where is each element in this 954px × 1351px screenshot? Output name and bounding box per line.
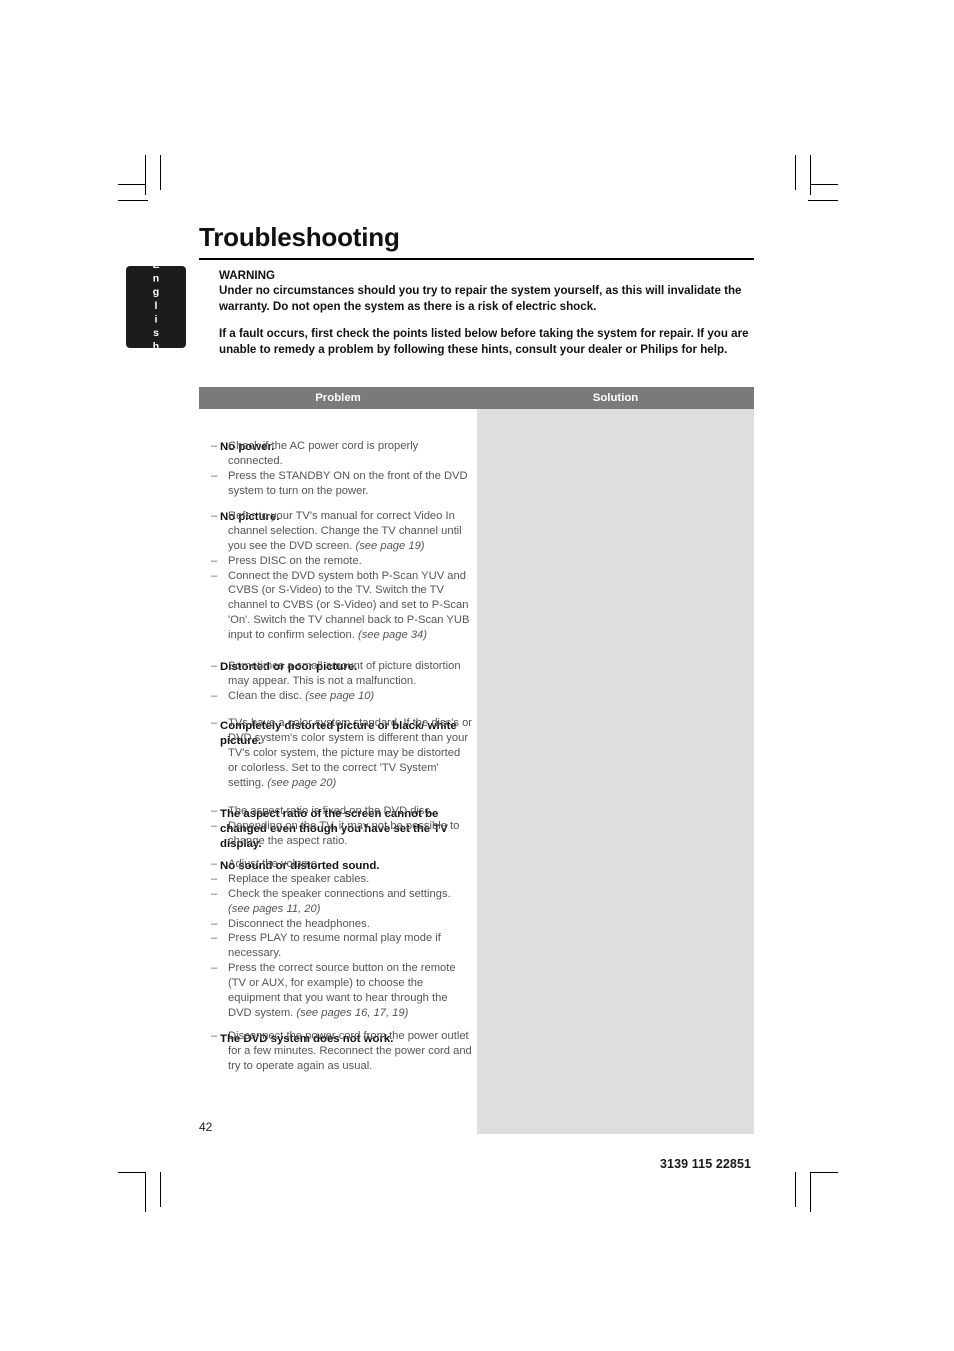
bullet-dash-icon: – bbox=[211, 805, 218, 817]
solution-column bbox=[477, 409, 754, 1134]
troubleshooting-table: Problem Solution No power. – Check if the … bbox=[199, 387, 754, 1134]
crop-mark-top-right bbox=[795, 155, 796, 190]
bullet-dash-icon: – bbox=[211, 717, 218, 729]
bullet-dash-icon: – bbox=[211, 689, 218, 702]
crop-mark-bottom-left bbox=[145, 1172, 146, 1212]
crop-mark-bottom-right bbox=[795, 1172, 796, 1207]
bullet-dash-icon: – bbox=[211, 440, 218, 452]
solution-text: Clean the disc. (see page 10) bbox=[228, 689, 375, 702]
crop-mark-top-right bbox=[808, 200, 838, 201]
page-title: Troubleshooting bbox=[199, 222, 400, 252]
solution-bullet: – Disconnect the power cord from the powe… bbox=[211, 1029, 473, 1074]
crop-mark-top-left bbox=[118, 200, 148, 201]
crop-mark-top-right bbox=[810, 184, 838, 185]
solution-cell: – The aspect ratio is fixed on the DVD di… bbox=[211, 804, 473, 849]
crop-mark-top-left bbox=[145, 155, 146, 195]
solution-bullet: – Refer to your TV's manual for correct V… bbox=[211, 509, 473, 554]
table-body: No power. – Check if the AC power cord is … bbox=[199, 409, 754, 1134]
bullet-dash-icon: – bbox=[211, 858, 218, 870]
crop-mark-top-right bbox=[810, 155, 811, 195]
solution-bullet: – Sometimes a small amount of picture dis… bbox=[211, 659, 473, 689]
solution-bullet: – Press the STANDBY ON on the front of th… bbox=[211, 469, 473, 499]
bullet-dash-icon: – bbox=[211, 510, 218, 522]
solution-text: Press the correct source button on the r… bbox=[228, 962, 456, 1019]
solution-text: Check if the AC power cord is properly c… bbox=[228, 440, 419, 467]
solution-bullet: – Clean the disc. (see page 10) bbox=[211, 689, 473, 704]
solution-bullet: – TVs have a color system standard. If th… bbox=[211, 716, 473, 790]
solution-cell: – Refer to your TV's manual for correct V… bbox=[211, 509, 473, 643]
column-header-solution: Solution bbox=[592, 392, 639, 404]
crop-mark-top-left bbox=[160, 155, 161, 190]
language-tab: English bbox=[126, 259, 186, 355]
solution-text: Press DISC on the remote. bbox=[228, 554, 362, 567]
solution-bullet: – Disconnect the headphones. bbox=[211, 917, 473, 932]
language-tab-label: English bbox=[150, 259, 162, 355]
solution-text: Press PLAY to resume normal play mode if… bbox=[228, 932, 441, 960]
solution-text: Depending on the TV, it may not be possi… bbox=[228, 819, 460, 847]
document-code: 3139 115 22851 bbox=[660, 1157, 752, 1171]
bullet-dash-icon: – bbox=[211, 554, 218, 567]
solution-cell: – Disconnect the power cord from the powe… bbox=[211, 1029, 473, 1074]
warning-paragraph-2: If a fault occurs, first check the point… bbox=[219, 327, 749, 356]
solution-text: Adjust the volume. bbox=[228, 858, 321, 870]
crop-mark-top-left bbox=[118, 184, 146, 185]
solution-text: Replace the speaker cables. bbox=[228, 872, 370, 885]
solution-bullet: – Press the correct source button on the … bbox=[211, 961, 473, 1021]
solution-text: Connect the DVD system both P-Scan YUV a… bbox=[228, 569, 470, 642]
bullet-dash-icon: – bbox=[211, 660, 218, 672]
table-header-row: Problem Solution bbox=[199, 387, 754, 409]
solution-bullet: – Press PLAY to resume normal play mode i… bbox=[211, 931, 473, 961]
column-header-problem: Problem bbox=[315, 392, 361, 404]
bullet-dash-icon: – bbox=[211, 917, 218, 930]
solution-bullet: – Adjust the volume. bbox=[211, 857, 473, 872]
solution-text: The aspect ratio is fixed on the DVD dis… bbox=[228, 805, 434, 817]
solution-text: Sometimes a small amount of picture dist… bbox=[228, 660, 461, 687]
crop-mark-bottom-right bbox=[810, 1172, 811, 1212]
warning-heading: WARNING bbox=[219, 269, 276, 282]
solution-text: Disconnect the headphones. bbox=[228, 917, 370, 930]
solution-bullet: – Replace the speaker cables. bbox=[211, 872, 473, 887]
solution-bullet: – The aspect ratio is fixed on the DVD di… bbox=[211, 804, 473, 819]
warning-spacer bbox=[219, 314, 754, 326]
bullet-dash-icon: – bbox=[211, 932, 218, 945]
page-number: 42 bbox=[199, 1120, 213, 1134]
solution-cell: – TVs have a color system standard. If th… bbox=[211, 716, 473, 790]
solution-bullet: – Check the speaker connections and setti… bbox=[211, 887, 473, 917]
bullet-dash-icon: – bbox=[211, 887, 218, 900]
solution-bullet: – Check if the AC power cord is properly … bbox=[211, 439, 473, 469]
solution-cell: – Check if the AC power cord is properly … bbox=[211, 439, 473, 499]
bullet-dash-icon: – bbox=[211, 872, 218, 885]
solution-text: Disconnect the power cord from the power… bbox=[228, 1030, 472, 1072]
title-divider bbox=[199, 258, 754, 260]
bullet-dash-icon: – bbox=[211, 962, 218, 975]
solution-text: TVs have a color system standard. If the… bbox=[228, 717, 473, 789]
crop-mark-bottom-left bbox=[160, 1172, 161, 1207]
warning-paragraph-1: Under no circumstances should you try to… bbox=[219, 284, 742, 313]
solution-cell: – Sometimes a small amount of picture dis… bbox=[211, 659, 473, 704]
bullet-dash-icon: – bbox=[211, 819, 218, 832]
bullet-dash-icon: – bbox=[211, 469, 218, 482]
solution-cell: – Adjust the volume. – Replace the speaker … bbox=[211, 857, 473, 1021]
warning-block: WARNING Under no circumstances should yo… bbox=[219, 268, 754, 357]
solution-bullet: – Depending on the TV, it may not be poss… bbox=[211, 819, 473, 849]
bullet-dash-icon: – bbox=[211, 569, 218, 582]
bullet-dash-icon: – bbox=[211, 1030, 218, 1042]
solution-bullet: – Press DISC on the remote. bbox=[211, 554, 473, 569]
solution-text: Check the speaker connections and settin… bbox=[228, 887, 451, 915]
solution-text: Refer to your TV's manual for correct Vi… bbox=[228, 510, 462, 552]
solution-bullet: – Connect the DVD system both P-Scan YUV … bbox=[211, 569, 473, 643]
solution-text: Press the STANDBY ON on the front of the… bbox=[228, 469, 468, 497]
crop-mark-bottom-left bbox=[118, 1172, 146, 1173]
crop-mark-bottom-right bbox=[810, 1172, 838, 1173]
